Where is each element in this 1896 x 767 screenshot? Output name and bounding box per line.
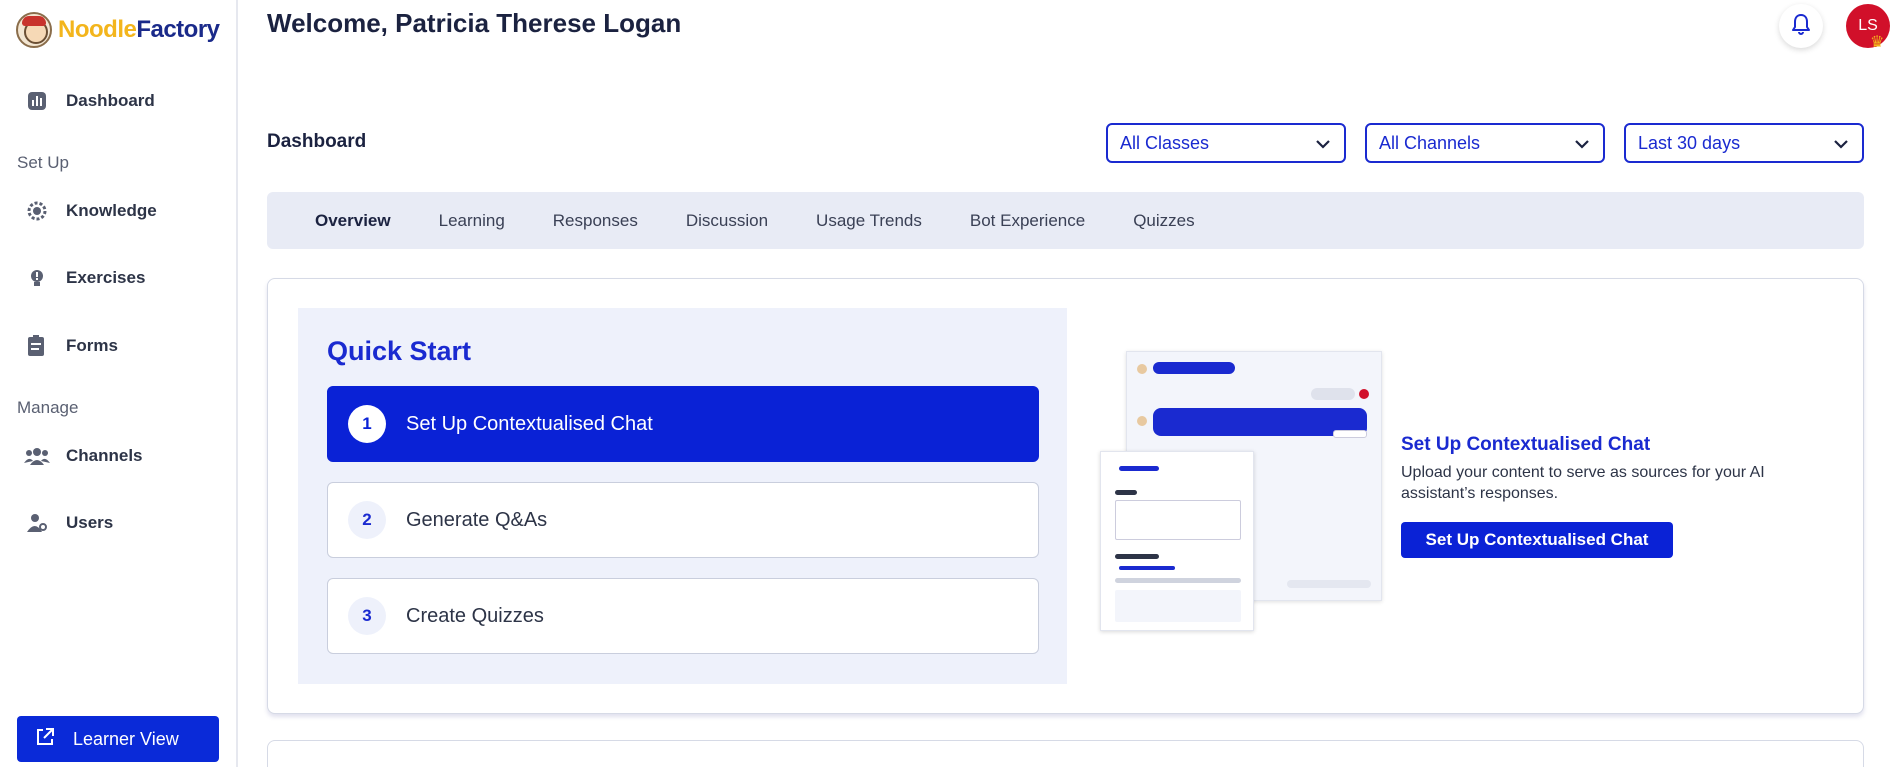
section-manage: Manage <box>17 398 79 417</box>
welcome-heading: Welcome, Patricia Therese Logan <box>267 8 682 38</box>
class-filter-dropdown[interactable]: All Classes <box>1106 123 1346 163</box>
clipboard-icon <box>24 333 50 359</box>
sidebar-item-channels[interactable]: Channels <box>24 440 143 472</box>
quick-start-title: Quick Start <box>327 336 472 366</box>
quick-start-step-1[interactable]: 1 Set Up Contextualised Chat <box>327 386 1039 462</box>
answer-screenshot <box>1100 451 1254 631</box>
sidebar-item-label: Channels <box>66 446 143 465</box>
learner-view-label: Learner View <box>73 728 179 749</box>
logo-text: NoodleFactory <box>58 16 220 43</box>
logo[interactable]: NoodleFactory <box>16 12 220 48</box>
sidebar: NoodleFactory Dashboard Set Up Knowledge… <box>0 0 238 767</box>
dropdown-value: All Channels <box>1379 132 1481 153</box>
dropdown-value: Last 30 days <box>1638 132 1741 153</box>
tab-discussion[interactable]: Discussion <box>686 211 768 231</box>
chevron-down-icon <box>1316 133 1330 154</box>
tab-responses[interactable]: Responses <box>553 211 638 231</box>
sidebar-item-exercises[interactable]: Exercises <box>24 262 145 294</box>
tab-learning[interactable]: Learning <box>439 211 505 231</box>
next-card <box>267 740 1864 767</box>
sidebar-item-label: Exercises <box>66 268 146 287</box>
sidebar-item-label: Dashboard <box>66 91 155 110</box>
sidebar-item-label: Knowledge <box>66 201 157 220</box>
page-title: Dashboard <box>267 131 367 152</box>
step-label: Create Quizzes <box>406 604 544 627</box>
step-label: Set Up Contextualised Chat <box>406 412 653 435</box>
setup-contextualised-chat-button[interactable]: Set Up Contextualised Chat <box>1401 522 1673 558</box>
step-number: 1 <box>348 405 386 443</box>
cta-title: Set Up Contextualised Chat <box>1401 434 1651 455</box>
quick-start-card: Quick Start 1 Set Up Contextualised Chat… <box>267 278 1864 714</box>
channel-filter-dropdown[interactable]: All Channels <box>1365 123 1605 163</box>
sidebar-item-forms[interactable]: Forms <box>24 330 118 362</box>
quick-start-step-2[interactable]: 2 Generate Q&As <box>327 482 1039 558</box>
step-label: Generate Q&As <box>406 508 548 531</box>
logo-icon <box>16 12 52 48</box>
sidebar-item-label: Forms <box>66 336 118 355</box>
notification-bell[interactable] <box>1779 4 1823 48</box>
contextualised-chat-illustration <box>1100 351 1390 631</box>
step-number: 3 <box>348 597 386 635</box>
sidebar-item-knowledge[interactable]: Knowledge <box>24 195 157 227</box>
step-number: 2 <box>348 501 386 539</box>
chart-icon <box>24 88 50 114</box>
chevron-down-icon <box>1834 133 1848 154</box>
cta-description: Upload your content to serve as sources … <box>1401 464 1765 502</box>
chevron-down-icon <box>1575 133 1589 154</box>
users-group-icon <box>24 443 50 469</box>
user-gear-icon <box>24 510 50 536</box>
crown-icon: ♛ <box>1870 34 1885 51</box>
brain-gear-icon <box>24 198 50 224</box>
date-range-dropdown[interactable]: Last 30 days <box>1624 123 1864 163</box>
tab-overview[interactable]: Overview <box>315 211 391 231</box>
dashboard-tabs: Overview Learning Responses Discussion U… <box>267 192 1864 249</box>
sidebar-item-users[interactable]: Users <box>24 507 113 539</box>
tab-usage-trends[interactable]: Usage Trends <box>816 211 922 231</box>
quick-start-step-3[interactable]: 3 Create Quizzes <box>327 578 1039 654</box>
learner-view-button[interactable]: Learner View <box>17 716 219 762</box>
lightbulb-icon <box>24 265 50 291</box>
bell-icon <box>1791 13 1811 40</box>
quick-start-panel: Quick Start 1 Set Up Contextualised Chat… <box>298 308 1067 684</box>
tab-quizzes[interactable]: Quizzes <box>1133 211 1194 231</box>
external-link-icon <box>35 727 55 752</box>
dropdown-value: All Classes <box>1120 132 1210 153</box>
sidebar-item-dashboard[interactable]: Dashboard <box>24 85 155 117</box>
tab-bot-experience[interactable]: Bot Experience <box>970 211 1085 231</box>
sidebar-item-label: Users <box>66 513 114 532</box>
section-setup: Set Up <box>17 153 69 172</box>
